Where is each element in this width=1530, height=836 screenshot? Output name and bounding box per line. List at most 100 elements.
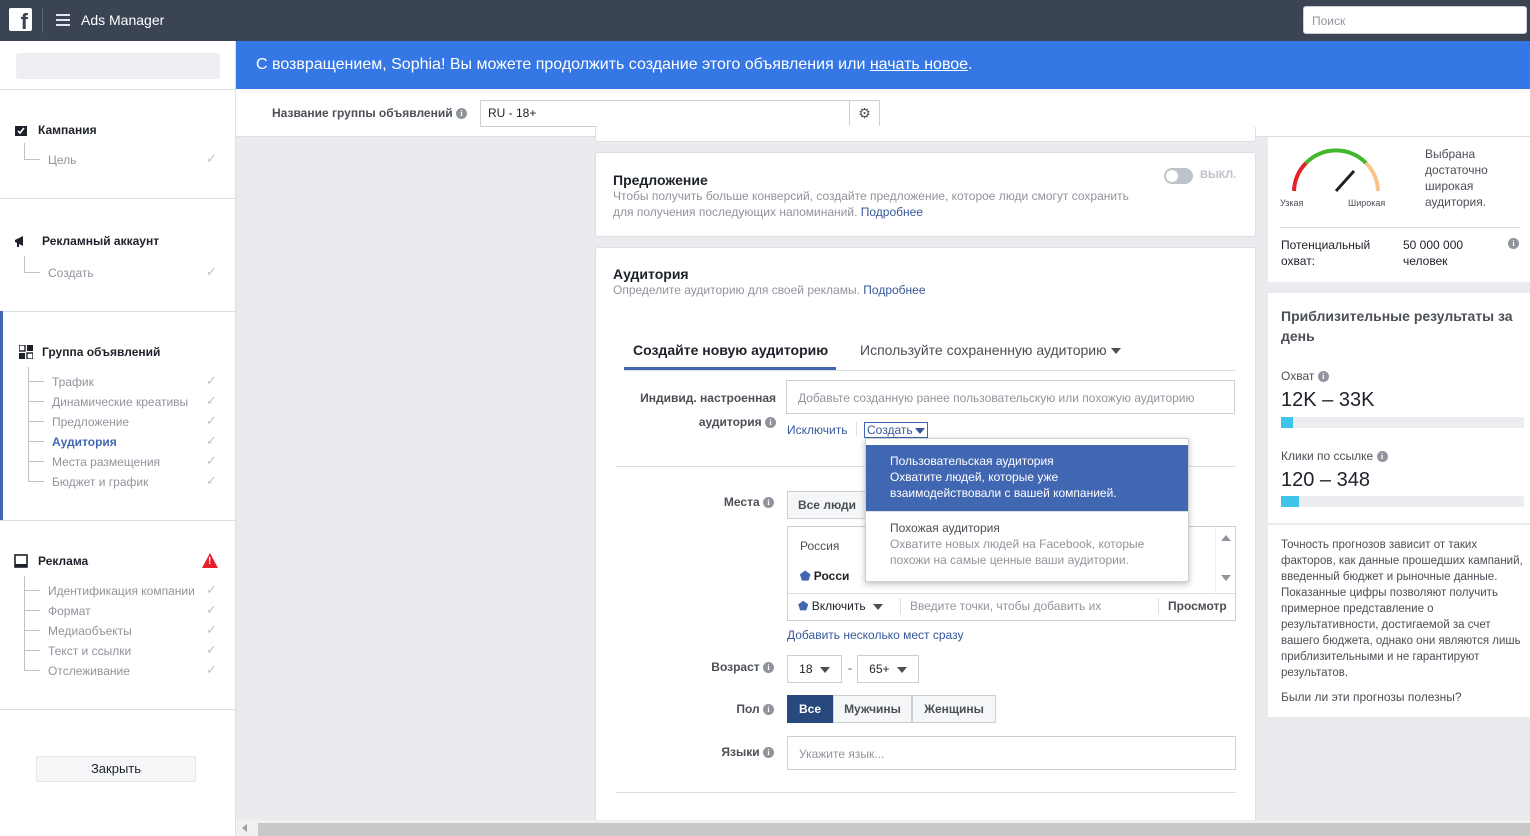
sidebar-item-identity[interactable]: Идентификация компании	[48, 584, 195, 598]
exclude-link[interactable]: Исключить	[787, 423, 847, 437]
languages-label: Языки i	[616, 745, 774, 759]
offer-learn-more-link[interactable]: Подробнее	[861, 205, 923, 219]
gender-all-button[interactable]: Все	[787, 695, 833, 723]
info-icon[interactable]: i	[763, 497, 774, 509]
estimates-note: Точность прогнозов зависит от таких факт…	[1281, 539, 1523, 679]
browse-button[interactable]: Просмотр	[1168, 599, 1227, 613]
sidebar-item-placements[interactable]: Места размещения	[52, 455, 160, 469]
feedback-link[interactable]: Были ли эти прогнозы полезны?	[1281, 689, 1462, 705]
menu-item-lookalike-audience[interactable]: Похожая аудитория Охватите новых людей н…	[866, 511, 1188, 577]
reach-bar	[1281, 417, 1524, 428]
info-icon[interactable]: i	[763, 662, 774, 674]
info-icon[interactable]: i	[1376, 451, 1388, 463]
account-selector[interactable]	[16, 53, 220, 79]
create-audience-dropdown[interactable]: Создать	[864, 422, 928, 438]
adset-grid-icon	[19, 345, 33, 359]
check-icon: ✓	[206, 413, 217, 428]
places-label: Места i	[616, 495, 774, 509]
horizontal-scrollbar[interactable]	[236, 820, 1530, 836]
info-icon[interactable]: i	[763, 747, 774, 759]
chevron-down-icon	[896, 666, 907, 673]
clicks-label: Клики по ссылке i	[1281, 448, 1388, 464]
offer-card: Предложение Чтобы получить больше конвер…	[595, 152, 1256, 237]
sidebar-item-dynamic-creatives[interactable]: Динамические креативы	[52, 395, 188, 409]
gauge-wide-label: Широкая	[1348, 198, 1386, 208]
age-separator: -	[848, 661, 852, 675]
sidebar-item-tracking[interactable]: Отслеживание	[48, 664, 130, 678]
info-icon[interactable]: i	[765, 417, 776, 429]
search-input[interactable]: Поиск	[1303, 6, 1527, 34]
banner-suffix: .	[968, 56, 973, 73]
tab-saved-audience[interactable]: Используйте сохраненную аудиторию	[860, 342, 1121, 358]
info-icon[interactable]: i	[763, 704, 774, 716]
menu-icon[interactable]	[56, 14, 70, 26]
sidebar-section-campaign[interactable]: Кампания	[38, 123, 97, 137]
gender-men-button[interactable]: Мужчины	[833, 695, 912, 723]
menu-item-custom-audience[interactable]: Пользовательская аудитория Охватите люде…	[866, 445, 1188, 511]
check-icon: ✓	[206, 264, 217, 279]
custom-audience-label: Индивид. настроенная аудитория i	[640, 391, 776, 429]
sidebar-item-budget[interactable]: Бюджет и график	[52, 475, 148, 489]
gauge-status-text: Выбрана достаточно широкая аудитория.	[1425, 147, 1488, 209]
estimates-note-card: Точность прогнозов зависит от таких факт…	[1268, 525, 1530, 717]
facebook-logo-icon[interactable]: f	[9, 8, 32, 31]
sidebar-item-offer[interactable]: Предложение	[52, 415, 129, 429]
include-dropdown[interactable]: ⬟ Включить	[798, 599, 883, 613]
age-label: Возраст i	[616, 660, 774, 674]
custom-audience-input[interactable]: Добавьте созданную ранее пользовательску…	[786, 380, 1235, 414]
age-to-select[interactable]: 65+	[857, 655, 919, 683]
sidebar-item-text-links[interactable]: Текст и ссылки	[48, 644, 131, 658]
sidebar-item-goal[interactable]: Цель	[48, 153, 76, 167]
start-new-link[interactable]: начать новое	[870, 56, 968, 73]
sidebar-item-media[interactable]: Медиаобъекты	[48, 624, 132, 638]
sidebar-section-ad-account[interactable]: Рекламный аккаунт	[42, 234, 159, 248]
adset-name-label: Название группы объявлений i	[272, 106, 467, 120]
scrollbar-thumb[interactable]	[258, 823, 1530, 836]
divider	[0, 198, 235, 199]
reach-bar-fill	[1281, 417, 1293, 428]
scroll-left-arrow-icon[interactable]	[242, 824, 247, 832]
gear-icon[interactable]: ⚙	[849, 101, 879, 126]
audience-description: Определите аудиторию для своей рекламы. …	[613, 283, 926, 297]
audience-learn-more-link[interactable]: Подробнее	[863, 283, 925, 297]
megaphone-icon	[15, 236, 23, 247]
sidebar-item-audience[interactable]: Аудитория	[52, 435, 117, 449]
adset-name-input[interactable]: RU - 18+	[480, 100, 880, 127]
sidebar-item-create[interactable]: Создать	[48, 266, 94, 280]
divider	[1280, 227, 1520, 228]
active-section-indicator	[0, 311, 3, 521]
check-icon: ✓	[206, 582, 217, 597]
tab-new-audience[interactable]: Создайте новую аудиторию	[633, 342, 828, 358]
offer-toggle-label: ВЫКЛ.	[1200, 169, 1237, 181]
check-icon: ✓	[206, 642, 217, 657]
divider	[0, 89, 235, 90]
estimated-results-card: Приблизительные результаты за день Охват…	[1268, 293, 1530, 523]
sidebar-item-traffic[interactable]: Трафик	[52, 375, 94, 389]
places-scrollbar[interactable]	[1215, 527, 1235, 593]
gauge-narrow-label: Узкая	[1280, 198, 1304, 208]
reach-label: Охват i	[1281, 368, 1329, 384]
sidebar-item-format[interactable]: Формат	[48, 604, 91, 618]
divider	[616, 792, 1236, 793]
age-from-select[interactable]: 18	[787, 655, 842, 683]
top-bar: f Ads Manager Поиск	[0, 0, 1530, 41]
places-who-dropdown[interactable]: Все люди	[787, 491, 867, 519]
close-button[interactable]: Закрыть	[36, 756, 196, 782]
offer-description: Чтобы получить больше конверсий, создайт…	[613, 189, 1129, 219]
languages-input[interactable]: Укажите язык...	[787, 736, 1236, 770]
location-pin-icon: ⬟	[800, 569, 811, 583]
info-icon[interactable]: i	[455, 108, 467, 120]
gender-women-button[interactable]: Женщины	[912, 695, 996, 723]
separator	[856, 422, 857, 436]
info-icon[interactable]: i	[1508, 238, 1519, 249]
offer-toggle[interactable]	[1164, 168, 1193, 184]
sidebar-section-adset[interactable]: Группа объявлений	[42, 345, 160, 359]
welcome-banner: С возвращением, Sophia! Вы можете продол…	[236, 41, 1530, 89]
sidebar-section-ad[interactable]: Реклама	[38, 554, 88, 568]
check-icon: ✓	[206, 453, 217, 468]
add-many-places-link[interactable]: Добавить несколько мест сразу	[787, 628, 963, 642]
places-search-input[interactable]: Введите точки, чтобы добавить их	[910, 599, 1101, 613]
divider	[0, 709, 235, 710]
potential-reach-value: 50 000 000 человек	[1403, 238, 1464, 268]
info-icon[interactable]: i	[1317, 371, 1329, 383]
